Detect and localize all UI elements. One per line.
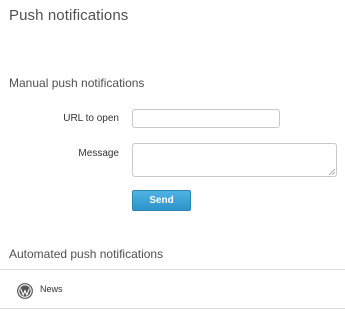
list-item-label: News (40, 284, 63, 294)
message-label: Message (78, 148, 119, 159)
page-title: Push notifications (9, 7, 129, 24)
send-button[interactable]: Send (132, 190, 191, 211)
wordpress-icon (17, 283, 33, 299)
push-notifications-page: Push notifications Manual push notificat… (0, 0, 345, 327)
divider (0, 308, 345, 309)
manual-section-title: Manual push notifications (9, 76, 145, 90)
automated-section-title: Automated push notifications (9, 247, 164, 261)
list-item-news[interactable]: News (0, 270, 345, 308)
url-input[interactable] (132, 109, 280, 128)
url-label: URL to open (63, 113, 119, 124)
message-textarea[interactable] (132, 143, 337, 177)
resize-grip-icon[interactable] (329, 169, 335, 175)
